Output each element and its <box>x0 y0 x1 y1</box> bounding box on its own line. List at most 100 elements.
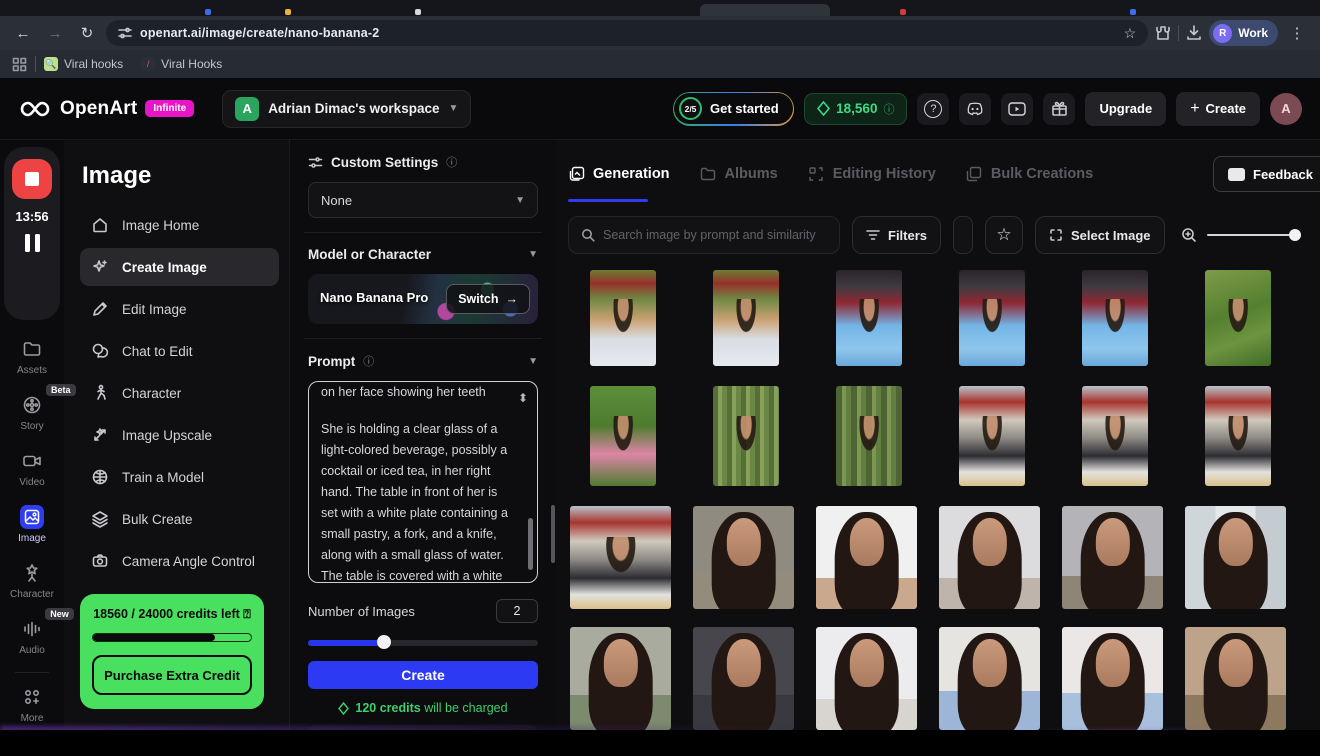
thumbnail[interactable] <box>713 386 779 486</box>
switch-model-button[interactable]: Switch → <box>446 284 530 314</box>
discord-icon <box>966 102 984 116</box>
tab-editing-history[interactable]: Editing History <box>808 166 936 183</box>
thumbnail[interactable] <box>1082 386 1148 486</box>
menu-item-train-a-model[interactable]: Train a Model <box>80 458 279 496</box>
thumbnail[interactable] <box>939 506 1040 609</box>
apps-grid-icon[interactable] <box>12 57 27 72</box>
purchase-extra-credit-button[interactable]: Purchase Extra Credit <box>92 655 252 695</box>
downloads-icon[interactable] <box>1185 24 1203 42</box>
selected-model-card[interactable]: Nano Banana Pro Switch → <box>308 274 538 324</box>
url-text[interactable]: openart.ai/image/create/nano-banana-2 <box>140 26 379 40</box>
thumbnail[interactable] <box>693 506 794 609</box>
thumbnail[interactable] <box>1205 386 1271 486</box>
prompt-textarea[interactable]: on her face showing her teeth She is hol… <box>308 381 538 583</box>
bookmark-item[interactable]: 🔍 Viral hooks <box>44 57 123 71</box>
browser-menu-icon[interactable]: ⋮ <box>1284 20 1310 46</box>
rail-item-video[interactable]: Video <box>19 449 44 488</box>
back-button[interactable]: ← <box>10 20 36 46</box>
rail-item-assets[interactable]: Assets <box>17 337 47 376</box>
youtube-button[interactable] <box>1001 93 1033 125</box>
thumbnail[interactable] <box>959 270 1025 366</box>
forward-button[interactable]: → <box>42 20 68 46</box>
rail-item-more[interactable]: More <box>20 685 44 724</box>
zoom-slider[interactable] <box>1207 234 1299 236</box>
extensions-icon[interactable] <box>1154 24 1172 42</box>
thumbnail[interactable] <box>713 270 779 366</box>
chevron-down-icon[interactable]: ▼ <box>528 249 538 260</box>
thumbnail[interactable] <box>1185 627 1286 730</box>
tab-bulk-creations[interactable]: Bulk Creations <box>966 166 1093 183</box>
menu-item-create-image[interactable]: Create Image <box>80 248 279 286</box>
thumbnail[interactable] <box>1185 506 1286 609</box>
rail-item-audio[interactable]: New Audio <box>19 617 45 656</box>
thumbnail[interactable] <box>590 386 656 486</box>
character-star-icon <box>20 561 44 585</box>
stop-recording-button[interactable] <box>12 159 52 199</box>
thumbnail[interactable] <box>1082 270 1148 366</box>
tab-generation[interactable]: Generation <box>568 166 670 183</box>
thumbnail[interactable] <box>693 627 794 730</box>
rail-item-character[interactable]: Character <box>10 561 54 600</box>
get-started-button[interactable]: 2/5 Get started <box>673 92 795 126</box>
brand-name: OpenArt <box>60 98 137 120</box>
create-image-button[interactable]: Create <box>308 661 538 689</box>
site-settings-icon[interactable] <box>118 26 132 40</box>
browser-tab-strip[interactable] <box>0 0 1320 16</box>
thumbnail[interactable] <box>816 506 917 609</box>
upgrade-button[interactable]: Upgrade <box>1085 92 1166 126</box>
thumbnail[interactable] <box>590 270 656 366</box>
thumbnail[interactable] <box>959 386 1025 486</box>
favorites-button[interactable]: ☆ <box>985 216 1023 254</box>
settings-panel-scrollbar[interactable] <box>551 505 555 563</box>
thumbnail[interactable] <box>836 386 902 486</box>
credits-balance[interactable]: 18,560 ⓘ <box>804 93 907 125</box>
help-button[interactable]: ? <box>917 93 949 125</box>
openart-logo[interactable]: OpenArt Infinite <box>18 98 194 120</box>
menu-item-bulk-create[interactable]: Bulk Create <box>80 500 279 538</box>
prompt-scrollbar[interactable] <box>528 518 533 570</box>
discord-button[interactable] <box>959 93 991 125</box>
gift-button[interactable] <box>1043 93 1075 125</box>
screen-recorder-widget[interactable]: 13:56 <box>4 147 60 320</box>
thumbnail[interactable] <box>1205 270 1271 366</box>
browser-profile-chip[interactable]: R Work <box>1209 20 1278 46</box>
thumbnail[interactable] <box>836 270 902 366</box>
workspace-avatar: A <box>235 97 259 121</box>
thumbnail[interactable] <box>570 627 671 730</box>
thumbnail[interactable] <box>939 627 1040 730</box>
thumbnail[interactable] <box>816 627 917 730</box>
chevron-down-icon[interactable]: ▼ <box>528 356 538 367</box>
bookmark-item[interactable]: / Viral Hooks <box>141 57 222 71</box>
create-button[interactable]: +Create <box>1176 92 1260 126</box>
menu-item-image-home[interactable]: Image Home <box>80 206 279 244</box>
slider-thumb[interactable] <box>377 635 391 649</box>
search-input[interactable]: Search image by prompt and similarity <box>568 216 840 254</box>
menu-item-chat-to-edit[interactable]: Chat to Edit <box>80 332 279 370</box>
thumbnail[interactable] <box>1062 506 1163 609</box>
expand-prompt-icon[interactable]: ⬍ <box>518 391 528 405</box>
zoom-slider-thumb[interactable] <box>1289 229 1301 241</box>
custom-settings-dropdown[interactable]: None ▼ <box>308 182 538 218</box>
select-image-button[interactable]: Select Image <box>1035 216 1165 254</box>
menu-item-camera-angle-control[interactable]: Camera Angle Control <box>80 542 279 580</box>
number-of-images-slider[interactable] <box>308 635 538 649</box>
bookmark-star-icon[interactable]: ☆ <box>1124 25 1137 42</box>
collapsed-control[interactable] <box>953 216 973 254</box>
menu-item-image-upscale[interactable]: Image Upscale <box>80 416 279 454</box>
rail-item-story[interactable]: Beta Story <box>20 393 44 432</box>
filters-button[interactable]: Filters <box>852 216 941 254</box>
thumbnail[interactable] <box>570 506 671 609</box>
tab-albums[interactable]: Albums <box>700 166 778 183</box>
pause-recording-button[interactable] <box>25 234 40 252</box>
number-of-images-value[interactable]: 2 <box>496 599 538 623</box>
menu-item-edit-image[interactable]: Edit Image <box>80 290 279 328</box>
user-avatar[interactable]: A <box>1270 93 1302 125</box>
reload-button[interactable]: ↻ <box>74 20 100 46</box>
menu-item-character[interactable]: Character <box>80 374 279 412</box>
workspace-selector[interactable]: A Adrian Dimac's workspace ▼ <box>222 90 471 128</box>
rail-item-image[interactable]: Image <box>18 505 46 544</box>
feedback-button[interactable]: Feedback <box>1213 156 1320 192</box>
url-bar[interactable]: openart.ai/image/create/nano-banana-2 ☆ <box>106 20 1148 46</box>
active-tab[interactable] <box>700 4 830 16</box>
thumbnail[interactable] <box>1062 627 1163 730</box>
